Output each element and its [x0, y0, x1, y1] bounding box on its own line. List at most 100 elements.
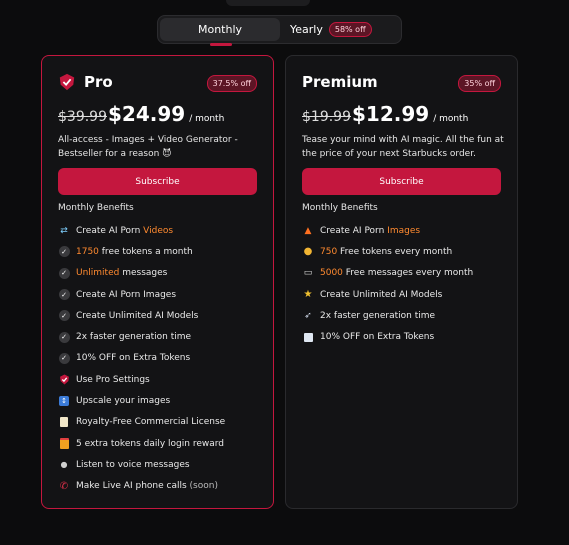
gift-icon [58, 438, 70, 450]
benefit-text: Make Live AI phone calls (soon) [76, 481, 218, 491]
benefit-pre: 10% OFF on Extra Tokens [320, 332, 435, 343]
premium-description: Tease your mind with AI magic. All the f… [302, 135, 504, 159]
benefit-pre: Create AI Porn [76, 225, 144, 236]
benefit-post: Free messages every month [342, 268, 474, 279]
pro-benefit-item: 5 extra tokens daily login reward [58, 433, 225, 454]
check-icon: ✓ [58, 289, 70, 301]
benefit-text: 10% OFF on Extra Tokens [76, 353, 190, 363]
fire-icon: ▲ [304, 225, 312, 236]
benefit-pre: 5 extra tokens daily login reward [76, 438, 224, 449]
pro-plan-title: Pro [84, 73, 113, 91]
benefit-pre: Royalty-Free Commercial License [76, 417, 226, 428]
benefit-text: 5000 Free messages every month [320, 268, 473, 278]
benefit-text: Use Pro Settings [76, 375, 150, 385]
premium-period: / month [433, 114, 469, 124]
premium-benefits-list: ▲ Create AI Porn Images ● 750 Free tokens e… [302, 220, 473, 348]
premium-plan-card: Premium 35% off $19.99 $12.99 / month Te… [285, 55, 518, 509]
pro-price-row: $39.99 $24.99 / month [58, 102, 224, 126]
benefit-pre: Create Unlimited AI Models [76, 310, 199, 321]
premium-benefit-item: ➶ 2x faster generation time [302, 305, 473, 326]
check-icon: ✓ [58, 267, 70, 279]
benefit-note: (soon) [189, 481, 218, 492]
benefit-hl: Images [387, 225, 421, 236]
benefit-text: 10% OFF on Extra Tokens [320, 332, 434, 342]
pro-title-row: Pro [58, 73, 113, 91]
benefit-post: free tokens a month [98, 246, 193, 257]
premium-benefit-item: ★ Create Unlimited AI Models [302, 284, 473, 305]
pro-old-price: $39.99 [58, 109, 107, 125]
benefit-pre: Upscale your images [76, 396, 171, 407]
pro-period: / month [189, 114, 225, 124]
benefit-text: 2x faster generation time [76, 332, 191, 342]
premium-benefit-item: ● 750 Free tokens every month [302, 241, 473, 262]
benefit-text: Royalty-Free Commercial License [76, 417, 225, 427]
premium-benefit-item: ▲ Create AI Porn Images [302, 220, 473, 241]
premium-benefit-item: 10% OFF on Extra Tokens [302, 326, 473, 347]
benefit-text: Create Unlimited AI Models [76, 311, 198, 321]
microphone-icon: ● [60, 460, 68, 470]
benefit-text: Create AI Porn Videos [76, 226, 173, 236]
pro-benefit-item: ↕ Upscale your images [58, 390, 225, 411]
premium-subscribe-button[interactable]: Subscribe [302, 168, 501, 195]
monthly-label: Monthly [197, 23, 243, 36]
discount-icon [302, 331, 314, 343]
premium-plan-title: Premium [302, 73, 378, 91]
benefit-text: 750 Free tokens every month [320, 247, 452, 257]
benefit-text: 1750 free tokens a month [76, 247, 193, 257]
phone-icon: ✆ [59, 480, 69, 492]
yearly-label: Yearly [290, 23, 323, 36]
pro-benefits-title: Monthly Benefits [58, 203, 134, 213]
check-icon: ✓ [58, 246, 70, 258]
premium-old-price: $19.99 [302, 109, 351, 125]
benefit-text: 5 extra tokens daily login reward [76, 439, 224, 449]
pro-benefit-item: Royalty-Free Commercial License [58, 412, 225, 433]
benefit-pre: 10% OFF on Extra Tokens [76, 353, 191, 364]
pro-benefits-list: ⇄ Create AI Porn Videos ✓ 1750 free tokens … [58, 220, 225, 497]
chat-icon: ▭ [303, 268, 313, 279]
billing-toggle: Monthly Yearly 58% off [157, 15, 402, 46]
pro-subscribe-button[interactable]: Subscribe [58, 168, 257, 195]
benefit-text: Create AI Porn Images [76, 290, 176, 300]
benefit-pre: Create Unlimited AI Models [320, 289, 443, 300]
rocket-icon: ➶ [304, 310, 312, 321]
yearly-toggle-button[interactable]: Yearly 58% off [290, 18, 372, 41]
coins-icon: ● [303, 246, 313, 258]
benefit-text: 2x faster generation time [320, 311, 435, 321]
benefit-pre: 2x faster generation time [320, 310, 436, 321]
monthly-toggle-button[interactable]: Monthly [160, 18, 280, 46]
check-icon: ✓ [58, 310, 70, 322]
pro-benefit-item: Use Pro Settings [58, 369, 225, 390]
benefit-pre: 2x faster generation time [76, 332, 192, 343]
pro-benefit-item: ✓ 2x faster generation time [58, 326, 225, 347]
pro-benefit-item: ✓ Create Unlimited AI Models [58, 305, 225, 326]
pro-benefit-item: ✓ 10% OFF on Extra Tokens [58, 348, 225, 369]
benefit-pre: Make Live AI phone calls [76, 481, 190, 492]
upscale-icon: ↕ [58, 395, 70, 407]
premium-price: $12.99 [352, 102, 430, 126]
pro-plan-card: Pro 37.5% off $39.99 $24.99 / month All-… [41, 55, 274, 509]
premium-benefit-item: ▭ 5000 Free messages every month [302, 263, 474, 284]
benefit-pre: Use Pro Settings [76, 374, 150, 385]
benefit-hl: 5000 [320, 268, 343, 279]
benefit-text: Listen to voice messages [76, 460, 190, 470]
star-icon: ★ [303, 289, 313, 301]
premium-price-row: $19.99 $12.99 / month [302, 102, 468, 126]
check-icon: ✓ [58, 331, 70, 343]
premium-discount-badge: 35% off [458, 75, 501, 92]
benefit-hl: 750 [320, 246, 338, 257]
pro-price: $24.99 [108, 102, 186, 126]
benefit-text: Upscale your images [76, 396, 170, 406]
license-icon [58, 416, 70, 428]
pro-benefit-item: ✆ Make Live AI phone calls (soon) [58, 476, 225, 497]
pro-benefit-item: ⇄ Create AI Porn Videos [58, 220, 225, 241]
yearly-discount-badge: 58% off [328, 22, 372, 37]
benefit-hl: 1750 [76, 246, 99, 257]
monthly-active-indicator [210, 43, 232, 46]
benefit-pre: Create AI Porn Images [76, 289, 177, 300]
benefit-pre: Create AI Porn [320, 225, 388, 236]
pro-benefit-item: ✓ 1750 free tokens a month [58, 241, 225, 262]
pro-benefit-item: ✓ Create AI Porn Images [58, 284, 225, 305]
top-tab-nub [226, 0, 310, 6]
pro-benefit-item: ✓ Unlimited messages [58, 263, 225, 284]
benefit-post: Free tokens every month [337, 246, 453, 257]
